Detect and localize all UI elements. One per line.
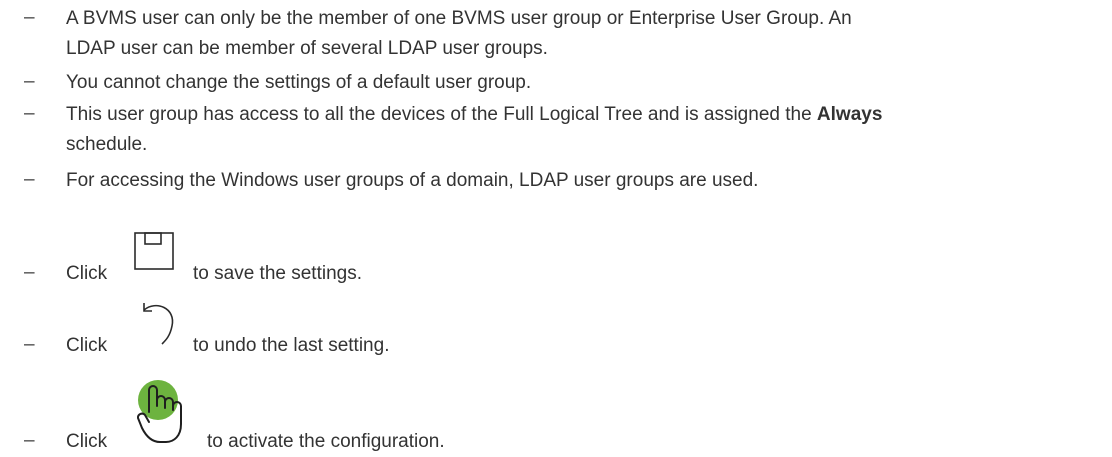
list-item-text: A BVMS user can only be the member of on… xyxy=(66,4,1110,64)
bullet-dash: – xyxy=(24,103,35,124)
text-span: This user group has access to all the de… xyxy=(66,104,817,125)
save-icon[interactable] xyxy=(132,230,178,274)
bullet-dash: – xyxy=(24,7,35,28)
text-line: LDAP user can be member of several LDAP … xyxy=(66,38,548,59)
bullet-dash: – xyxy=(24,430,35,451)
click-label: Click xyxy=(66,335,108,356)
text-line: This user group has access to all the de… xyxy=(66,100,1110,130)
list-item-text: This user group has access to all the de… xyxy=(66,100,1110,160)
list-item-text: For accessing the Windows user groups of… xyxy=(66,170,759,191)
action-description: to undo the last setting. xyxy=(193,335,390,356)
text-line: A BVMS user can only be the member of on… xyxy=(66,8,852,29)
action-description: to activate the configuration. xyxy=(207,431,445,452)
click-label: Click xyxy=(66,431,108,452)
bullet-dash: – xyxy=(24,169,35,190)
list-item-text: You cannot change the settings of a defa… xyxy=(66,72,532,93)
undo-icon[interactable] xyxy=(132,298,180,350)
action-description: to save the settings. xyxy=(193,263,362,284)
text-line: schedule. xyxy=(66,134,148,155)
always-schedule-label: Always xyxy=(816,104,883,125)
bullet-dash: – xyxy=(24,71,35,92)
bullet-dash: – xyxy=(24,262,35,283)
activate-hand-icon[interactable] xyxy=(134,376,192,450)
bullet-dash: – xyxy=(24,334,35,355)
document-notes: – A BVMS user can only be the member of … xyxy=(0,0,1112,456)
click-label: Click xyxy=(66,263,108,284)
